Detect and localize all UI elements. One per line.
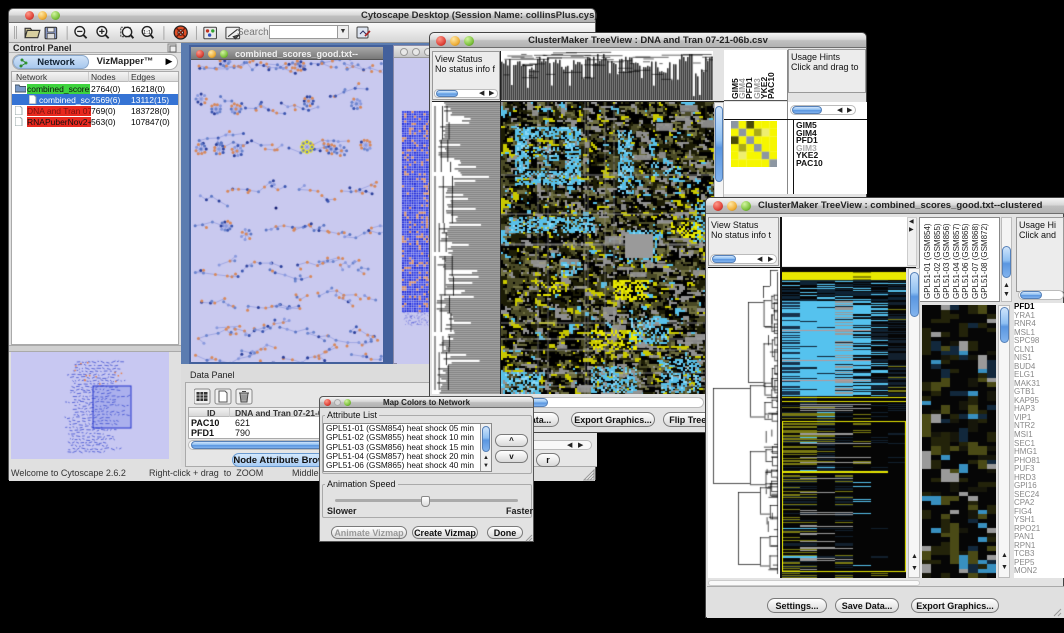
svg-text:1:1: 1:1 bbox=[143, 30, 151, 36]
